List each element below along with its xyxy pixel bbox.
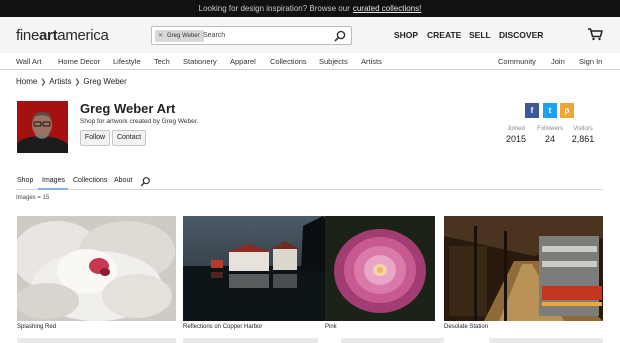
artwork-card-partial[interactable] xyxy=(17,338,176,343)
artwork-image[interactable] xyxy=(444,216,603,321)
twitter-share-button[interactable]: t xyxy=(543,103,557,118)
breadcrumb-current: Greg Weber xyxy=(83,77,127,86)
category-nav: Wall Art Home Decor Lifestyle Tech Stati… xyxy=(0,53,620,70)
artwork-card[interactable]: Desolate Station xyxy=(444,216,603,330)
artwork-image[interactable] xyxy=(183,216,342,321)
sign-in-link[interactable]: Sign In xyxy=(579,57,602,66)
curated-collections-link[interactable]: curated collections! xyxy=(353,4,421,13)
artwork-card-partial[interactable] xyxy=(489,338,603,343)
search-icon[interactable] xyxy=(333,29,347,43)
nav-sell[interactable]: SELL xyxy=(469,30,491,40)
search-input[interactable]: Greg Weber Search xyxy=(151,26,352,45)
tab-images[interactable]: Images xyxy=(42,177,65,184)
cat-home-decor[interactable]: Home Decor xyxy=(58,57,100,66)
stat-label: Visitors xyxy=(573,126,593,132)
contact-button[interactable]: Contact xyxy=(112,130,146,146)
breadcrumb: Home ❯ Artists ❯ Greg Weber xyxy=(16,77,127,86)
nav-shop[interactable]: SHOP xyxy=(394,30,418,40)
tab-collections[interactable]: Collections xyxy=(73,177,107,184)
cat-subjects[interactable]: Subjects xyxy=(319,57,348,66)
artist-portrait-image xyxy=(17,101,68,153)
page-title: Greg Weber Art xyxy=(80,101,176,116)
site-logo[interactable]: fineartamerica xyxy=(16,27,109,44)
tab-shop[interactable]: Shop xyxy=(17,177,33,184)
cat-artists[interactable]: Artists xyxy=(361,57,382,66)
cart-icon[interactable] xyxy=(587,27,603,41)
cat-collections[interactable]: Collections xyxy=(270,57,307,66)
tab-about[interactable]: About xyxy=(114,177,132,184)
search-filter-chip[interactable]: Greg Weber xyxy=(155,30,204,42)
breadcrumb-home[interactable]: Home xyxy=(16,77,37,86)
community-link[interactable]: Community xyxy=(498,57,536,66)
chevron-right-icon: ❯ xyxy=(74,79,81,86)
artwork-image[interactable] xyxy=(17,216,176,321)
search-icon[interactable] xyxy=(140,176,151,187)
chevron-right-icon: ❯ xyxy=(40,79,47,86)
cat-stationery[interactable]: Stationery xyxy=(183,57,217,66)
twitter-icon: t xyxy=(548,106,552,115)
tab-divider xyxy=(16,189,603,190)
promo-text: Looking for design inspiration? Browse o… xyxy=(198,4,350,13)
search-placeholder: Search xyxy=(203,32,226,39)
avatar xyxy=(17,101,68,153)
facebook-share-button[interactable]: f xyxy=(525,103,539,118)
nav-discover[interactable]: DISCOVER xyxy=(499,30,543,40)
stat-value: 2,861 xyxy=(571,134,595,144)
artwork-card-partial[interactable] xyxy=(341,338,444,343)
stat-visitors: Visitors 2,861 xyxy=(563,126,603,144)
images-count: Images = 15 xyxy=(16,195,50,201)
cat-lifestyle[interactable]: Lifestyle xyxy=(113,57,141,66)
cat-wall-art[interactable]: Wall Art xyxy=(16,57,42,66)
pinterest-share-button[interactable]: p xyxy=(560,103,574,118)
join-link[interactable]: Join xyxy=(551,57,565,66)
breadcrumb-artists[interactable]: Artists xyxy=(49,77,71,86)
active-tab-indicator xyxy=(38,188,68,190)
artwork-card[interactable]: Reflections on Copper Harbor xyxy=(183,216,342,330)
promo-bar: Looking for design inspiration? Browse o… xyxy=(0,0,620,17)
artwork-title[interactable]: Desolate Station xyxy=(444,324,603,330)
follow-button[interactable]: Follow xyxy=(80,130,110,146)
artwork-card[interactable]: Splashing Red xyxy=(17,216,176,330)
pinterest-icon: p xyxy=(564,106,570,115)
facebook-icon: f xyxy=(530,106,534,115)
artist-tagline: Shop for artwork created by Greg Weber. xyxy=(80,118,199,125)
cat-tech[interactable]: Tech xyxy=(154,57,170,66)
artwork-title[interactable]: Splashing Red xyxy=(17,324,176,330)
nav-create[interactable]: CREATE xyxy=(427,30,461,40)
artwork-card-partial[interactable] xyxy=(183,338,318,343)
artwork-title[interactable]: Reflections on Copper Harbor xyxy=(183,324,342,330)
cat-apparel[interactable]: Apparel xyxy=(230,57,256,66)
